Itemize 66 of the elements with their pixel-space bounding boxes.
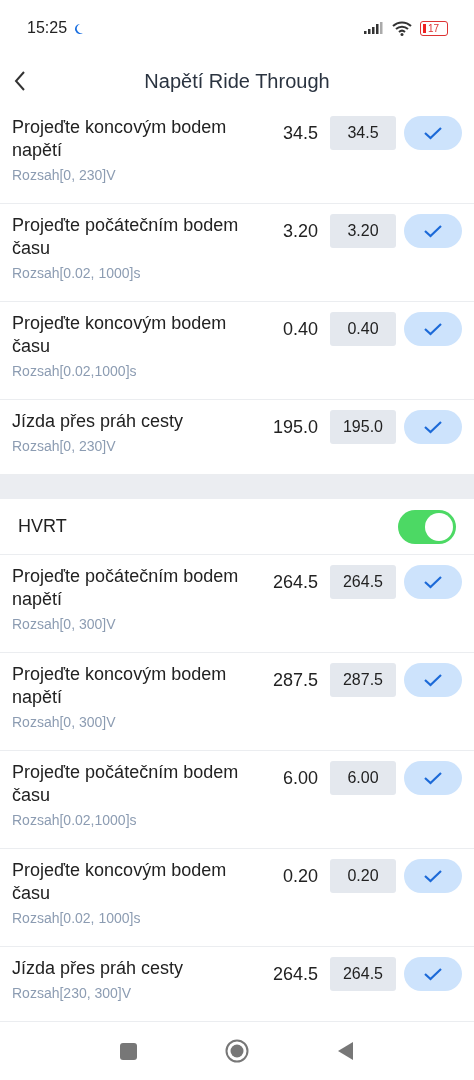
range-hint: Rozsah[0, 300]V bbox=[12, 616, 117, 632]
value-input[interactable]: 0.20 bbox=[330, 859, 396, 893]
setting-label: Projeďte počátečním bodem času bbox=[12, 214, 240, 260]
setting-label: Projeďte počátečním bodem napětí bbox=[12, 565, 240, 611]
value-input[interactable]: 195.0 bbox=[330, 410, 396, 444]
range-hint: Rozsah[0.02,1000]s bbox=[12, 363, 138, 379]
value-input[interactable]: 0.40 bbox=[330, 312, 396, 346]
section-label: HVRT bbox=[18, 516, 67, 537]
current-value: 6.00 bbox=[281, 767, 318, 790]
range-hint: Rozsah[230, 300]V bbox=[12, 985, 133, 1001]
confirm-button[interactable] bbox=[404, 214, 462, 248]
check-icon bbox=[423, 869, 443, 883]
back-nav-icon[interactable] bbox=[337, 1041, 354, 1061]
setting-label: Projeďte počátečním bodem času bbox=[12, 761, 240, 807]
range-hint: Rozsah[0, 300]V bbox=[12, 714, 117, 730]
current-value: 0.40 bbox=[281, 318, 318, 341]
confirm-button[interactable] bbox=[404, 312, 462, 346]
setting-label: Jízda přes práh cesty bbox=[12, 957, 185, 980]
current-value: 195.0 bbox=[271, 416, 318, 439]
confirm-button[interactable] bbox=[404, 116, 462, 150]
check-icon bbox=[423, 673, 443, 687]
home-icon[interactable] bbox=[225, 1039, 249, 1063]
range-hint: Rozsah[0.02, 1000]s bbox=[12, 265, 142, 281]
check-icon bbox=[423, 771, 443, 785]
check-icon bbox=[423, 322, 443, 336]
current-value: 34.5 bbox=[281, 122, 318, 145]
check-icon bbox=[423, 126, 443, 140]
check-icon bbox=[423, 575, 443, 589]
range-hint: Rozsah[0, 230]V bbox=[12, 167, 117, 183]
check-icon bbox=[423, 967, 443, 981]
range-hint: Rozsah[0.02,1000]s bbox=[12, 812, 138, 828]
setting-label: Projeďte koncovým bodem času bbox=[12, 859, 228, 905]
confirm-button[interactable] bbox=[404, 761, 462, 795]
check-icon bbox=[423, 224, 443, 238]
check-icon bbox=[423, 420, 443, 434]
current-value: 3.20 bbox=[281, 220, 318, 243]
current-value: 287.5 bbox=[271, 669, 318, 692]
value-input[interactable]: 6.00 bbox=[330, 761, 396, 795]
back-icon[interactable] bbox=[14, 70, 26, 92]
value-input[interactable]: 34.5 bbox=[330, 116, 396, 150]
recents-icon[interactable] bbox=[120, 1042, 137, 1060]
value-input[interactable]: 287.5 bbox=[330, 663, 396, 697]
confirm-button[interactable] bbox=[404, 859, 462, 893]
confirm-button[interactable] bbox=[404, 957, 462, 991]
confirm-button[interactable] bbox=[404, 663, 462, 697]
signal-icon bbox=[364, 22, 384, 34]
wifi-icon bbox=[392, 20, 412, 36]
confirm-button[interactable] bbox=[404, 565, 462, 599]
setting-label: Projeďte koncovým bodem napětí bbox=[12, 116, 228, 162]
status-time: 15:25 bbox=[27, 19, 68, 37]
range-hint: Rozsah[0.02, 1000]s bbox=[12, 910, 142, 926]
setting-label: Projeďte koncovým bodem času bbox=[12, 312, 228, 358]
moon-icon bbox=[75, 22, 84, 34]
battery-icon: 17 bbox=[420, 20, 448, 36]
current-value: 0.20 bbox=[281, 865, 318, 888]
confirm-button[interactable] bbox=[404, 410, 462, 444]
value-input[interactable]: 264.5 bbox=[330, 957, 396, 991]
current-value: 264.5 bbox=[271, 571, 318, 594]
page-title: Napětí Ride Through bbox=[144, 69, 330, 93]
value-input[interactable]: 264.5 bbox=[330, 565, 396, 599]
current-value: 264.5 bbox=[271, 963, 318, 986]
setting-label: Projeďte koncovým bodem napětí bbox=[12, 663, 228, 709]
toggle-switch[interactable] bbox=[398, 509, 456, 544]
value-input[interactable]: 3.20 bbox=[330, 214, 396, 248]
range-hint: Rozsah[0, 230]V bbox=[12, 438, 117, 454]
setting-label: Jízda přes práh cesty bbox=[12, 410, 185, 433]
